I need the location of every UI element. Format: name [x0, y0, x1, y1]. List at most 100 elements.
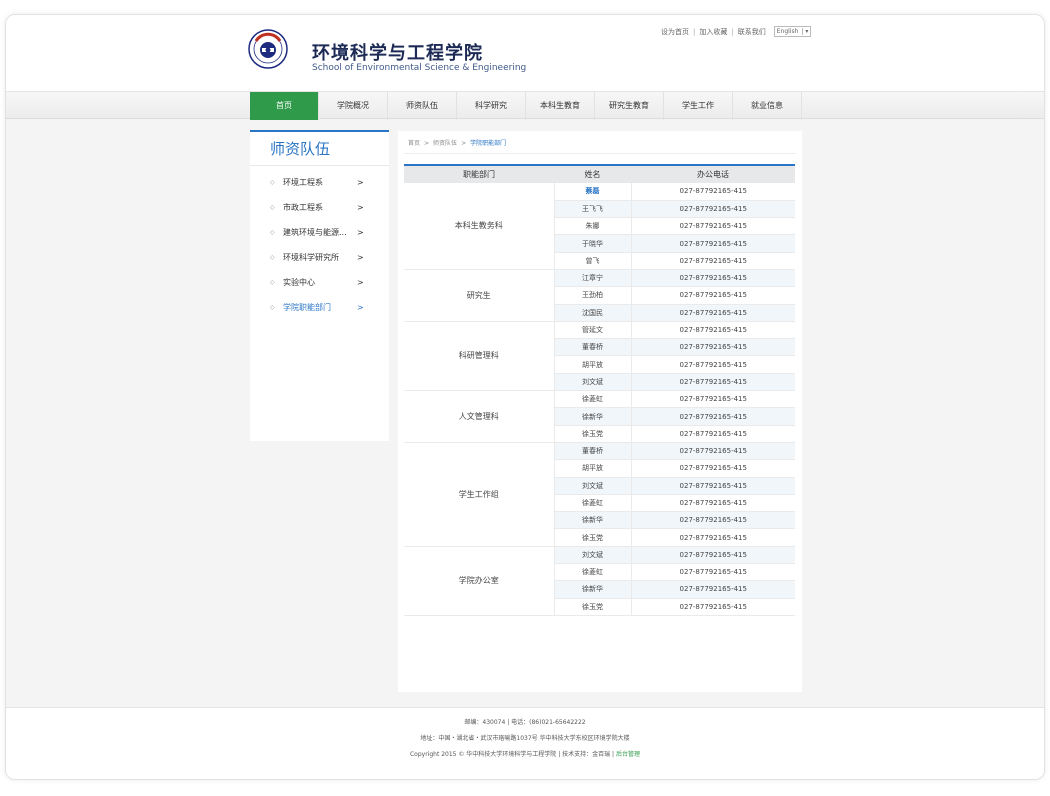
name-cell[interactable]: 徐玉党: [554, 598, 632, 616]
name-cell[interactable]: 刘文斌: [554, 477, 632, 495]
column-header-dept: 职能部门: [404, 164, 554, 183]
sidebar: 师资队伍 ◇ 环境工程系 > ◇ 市政工程系 > ◇ 建筑环境与能源... > ◇ 环境科学研究所 >…: [250, 130, 389, 441]
sidebar-item-2[interactable]: ◇ 建筑环境与能源... >: [250, 220, 389, 245]
phone-cell: 027-87792165-415: [631, 321, 795, 340]
phone-cell: 027-87792165-415: [631, 252, 795, 270]
breadcrumb-section[interactable]: 师资队伍: [433, 140, 457, 147]
chevron-right-icon: >: [357, 203, 364, 212]
name-cell[interactable]: 刘文斌: [554, 546, 632, 565]
breadcrumb: 首页 > 师资队伍 > 学院职能部门: [408, 138, 506, 147]
sidebar-item-label: 学院职能部门: [283, 303, 331, 312]
table-row: 人文管理科 徐菱虹 027-87792165-415: [404, 390, 795, 443]
name-cell[interactable]: 董春桥: [554, 442, 632, 461]
name-cell[interactable]: 徐菱虹: [554, 390, 632, 409]
nav-item-5[interactable]: 研究生教育: [595, 92, 664, 120]
chevron-right-icon: >: [357, 228, 364, 237]
name-cell[interactable]: 徐新华: [554, 580, 632, 599]
phone-cell: 027-87792165-415: [631, 200, 795, 219]
name-cell[interactable]: 徐玉党: [554, 528, 632, 547]
name-cell[interactable]: 王劲柏: [554, 286, 632, 305]
admin-link[interactable]: 后台管理: [616, 751, 640, 758]
diamond-bullet-icon: ◇: [270, 179, 275, 186]
phone-cell: 027-87792165-415: [631, 494, 795, 513]
name-cell[interactable]: 曾飞: [554, 252, 632, 270]
sidebar-item-5[interactable]: ◇ 学院职能部门 >: [250, 295, 389, 320]
phone-cell: 027-87792165-415: [631, 528, 795, 547]
nav-item-2[interactable]: 师资队伍: [388, 92, 457, 120]
name-cell[interactable]: 江章宁: [554, 269, 632, 288]
browser-frame: 环境科学与工程学院 School of Environmental Scienc…: [5, 14, 1045, 780]
phone-cell: 027-87792165-415: [631, 425, 795, 443]
breadcrumb-home[interactable]: 首页: [408, 140, 420, 147]
link-separator: |: [731, 27, 734, 36]
diamond-bullet-icon: ◇: [270, 254, 275, 261]
name-cell[interactable]: 胡平放: [554, 355, 632, 374]
sidebar-item-0[interactable]: ◇ 环境工程系 >: [250, 170, 389, 195]
sidebar-item-label: 建筑环境与能源...: [283, 228, 347, 237]
sidebar-item-1[interactable]: ◇ 市政工程系 >: [250, 195, 389, 220]
dept-cell: 科研管理科: [404, 321, 555, 392]
name-cell[interactable]: 董春桥: [554, 338, 632, 357]
top-links: 设为首页 | 加入收藏 | 联系我们 English ▾: [661, 26, 812, 37]
chevron-right-icon: >: [357, 278, 364, 287]
phone-cell: 027-87792165-415: [631, 546, 795, 565]
nav-item-6[interactable]: 学生工作: [664, 92, 733, 120]
language-value: English: [776, 28, 799, 35]
name-cell[interactable]: 管延文: [554, 321, 632, 340]
sidebar-item-label: 环境工程系: [283, 178, 323, 187]
name-cell[interactable]: 徐玉党: [554, 425, 632, 443]
phone-cell: 027-87792165-415: [631, 390, 795, 409]
site-footer: 邮编：430074 | 电话：(86)021-65642222 地址：中国・湖北…: [6, 707, 1044, 779]
sidebar-list: ◇ 环境工程系 > ◇ 市政工程系 > ◇ 建筑环境与能源... > ◇ 环境科学研究所 > ◇ 实验中心…: [250, 166, 389, 320]
phone-cell: 027-87792165-415: [631, 355, 795, 374]
dept-cell: 研究生: [404, 269, 555, 322]
nav-item-3[interactable]: 科学研究: [457, 92, 526, 120]
language-select[interactable]: English ▾: [773, 26, 812, 37]
phone-cell: 027-87792165-415: [631, 234, 795, 253]
name-cell[interactable]: 徐菱虹: [554, 494, 632, 513]
phone-cell: 027-87792165-415: [631, 580, 795, 599]
name-cell[interactable]: 刘文斌: [554, 373, 632, 392]
main-nav-bar: 首页 学院概况 师资队伍 科学研究 本科生教育 研究生教育 学生工作 就业信息: [6, 91, 1044, 120]
staff-table-body: 本科生教务科 蔡磊 027-87792165-415 王飞飞 027-87792165-…: [404, 183, 795, 616]
footer-contact: 邮编：430074 | 电话：(86)021-65642222: [464, 719, 586, 726]
nav-item-4[interactable]: 本科生教育: [526, 92, 595, 120]
add-favorite-link[interactable]: 加入收藏: [699, 27, 727, 37]
name-cell[interactable]: 朱娜: [554, 217, 632, 236]
name-cell[interactable]: 蔡磊: [554, 183, 632, 201]
name-cell[interactable]: 沈国民: [554, 304, 632, 322]
name-cell[interactable]: 于晓华: [554, 234, 632, 253]
diamond-bullet-icon: ◇: [270, 279, 275, 286]
main-nav: 首页 学院概况 师资队伍 科学研究 本科生教育 研究生教育 学生工作 就业信息: [250, 92, 802, 120]
university-seal-icon: [248, 29, 288, 69]
sidebar-item-label: 市政工程系: [283, 203, 323, 212]
phone-cell: 027-87792165-415: [631, 407, 795, 426]
footer-copyright-line: Copyright 2015 © 华中科技大学环境科学与工程学院 | 技术支持：…: [6, 747, 1044, 763]
name-cell[interactable]: 胡平放: [554, 459, 632, 478]
sidebar-item-label: 实验中心: [283, 278, 315, 287]
column-header-phone: 办公电话: [631, 164, 795, 183]
site-header: 环境科学与工程学院 School of Environmental Scienc…: [6, 15, 1044, 91]
nav-item-1[interactable]: 学院概况: [319, 92, 388, 120]
content-panel: 首页 > 师资队伍 > 学院职能部门 职能部门 姓名 办公电话 本科生教务科 蔡磊 027-…: [398, 131, 802, 692]
diamond-bullet-icon: ◇: [270, 229, 275, 236]
table-row: 科研管理科 管延文 027-87792165-415: [404, 321, 795, 392]
nav-item-7[interactable]: 就业信息: [733, 92, 802, 120]
phone-cell: 027-87792165-415: [631, 304, 795, 322]
table-row: 研究生 江章宁 027-87792165-415: [404, 269, 795, 322]
table-row: 本科生教务科 蔡磊 027-87792165-415: [404, 183, 795, 270]
name-cell[interactable]: 徐新华: [554, 511, 632, 530]
breadcrumb-divider: [404, 153, 796, 154]
contact-us-link[interactable]: 联系我们: [738, 27, 766, 37]
sidebar-item-4[interactable]: ◇ 实验中心 >: [250, 270, 389, 295]
breadcrumb-current: 学院职能部门: [470, 140, 507, 147]
name-cell[interactable]: 徐新华: [554, 407, 632, 426]
sidebar-item-3[interactable]: ◇ 环境科学研究所 >: [250, 245, 389, 270]
nav-item-0[interactable]: 首页: [250, 92, 319, 120]
chevron-right-icon: >: [357, 303, 364, 312]
set-homepage-link[interactable]: 设为首页: [661, 27, 689, 37]
staff-table: 职能部门 姓名 办公电话 本科生教务科 蔡磊 027-87792165-415 王飞飞…: [404, 164, 795, 616]
name-cell[interactable]: 王飞飞: [554, 200, 632, 219]
phone-cell: 027-87792165-415: [631, 286, 795, 305]
name-cell[interactable]: 徐菱虹: [554, 563, 632, 582]
